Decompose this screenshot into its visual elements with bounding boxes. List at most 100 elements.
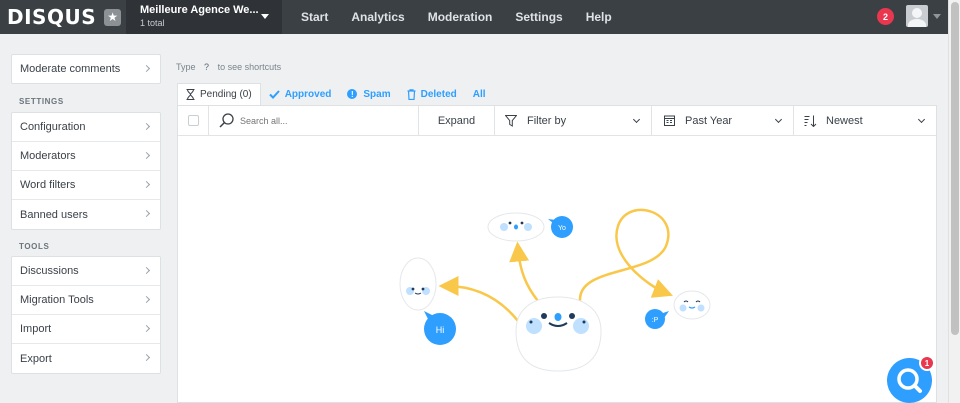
- left-character: [399, 257, 437, 311]
- chevron-right-icon: [142, 295, 151, 304]
- alert-icon: !: [347, 89, 358, 99]
- site-name: Meilleure Agence We...: [140, 4, 259, 16]
- sidebar-item-label: Moderate comments: [20, 63, 121, 75]
- expand-label: Expand: [437, 114, 476, 127]
- sidebar-item-discussions[interactable]: Discussions: [12, 257, 160, 286]
- check-icon: [268, 89, 280, 99]
- chevron-right-icon: [142, 266, 151, 275]
- select-all-cell: [178, 106, 209, 135]
- sidebar-item-banned-users[interactable]: Banned users: [12, 200, 160, 229]
- shortcuts-prefix: Type: [176, 62, 196, 72]
- calendar-icon: [664, 115, 675, 126]
- tools-heading: TOOLS: [19, 242, 50, 251]
- arrow-to-hi: [438, 276, 519, 322]
- bubble-p-text: :P: [652, 317, 659, 324]
- sidebar-item-moderate[interactable]: Moderate comments: [12, 55, 160, 83]
- main-nav: Start Analytics Moderation Settings Help: [301, 0, 635, 34]
- select-all-checkbox[interactable]: [187, 115, 199, 126]
- nav-settings[interactable]: Settings: [515, 10, 562, 24]
- nav-analytics[interactable]: Analytics: [351, 10, 404, 24]
- arrow-to-yo: [509, 241, 539, 302]
- chevron-down-icon: [632, 115, 641, 124]
- tab-pending[interactable]: Pending (0): [177, 83, 261, 105]
- chevron-down-icon: [774, 115, 783, 124]
- notification-badge[interactable]: 2: [877, 8, 894, 25]
- sidebar-item-label: Configuration: [20, 121, 86, 133]
- disqus-logo[interactable]: DISQUS ★: [7, 5, 122, 29]
- page-scrollbar[interactable]: [948, 0, 960, 403]
- chevron-right-icon: [142, 122, 151, 131]
- period-dropdown[interactable]: Past Year: [652, 106, 794, 135]
- nav-help[interactable]: Help: [586, 10, 612, 24]
- filter-toolbar: Expand Filter by Past Year Newest: [178, 106, 936, 136]
- tab-all[interactable]: All: [465, 83, 494, 105]
- chevron-right-icon: [142, 353, 151, 362]
- sidebar-item-word-filters[interactable]: Word filters: [12, 171, 160, 200]
- sidebar-item-label: Moderators: [20, 150, 76, 162]
- site-switcher[interactable]: Meilleure Agence We... 1 total: [126, 0, 282, 34]
- sidebar-item-migration-tools[interactable]: Migration Tools: [12, 286, 160, 315]
- tab-approved[interactable]: Approved: [261, 83, 340, 105]
- sidebar-item-label: Word filters: [20, 179, 76, 191]
- comments-panel: Expand Filter by Past Year Newest: [177, 105, 937, 403]
- tab-label: Deleted: [420, 88, 457, 100]
- center-character: [515, 296, 602, 372]
- logo-text: DISQUS: [7, 5, 97, 29]
- sidebar-item-import[interactable]: Import: [12, 315, 160, 344]
- star-icon[interactable]: ★: [104, 8, 122, 26]
- chevron-right-icon: [142, 64, 151, 73]
- scrollbar-thumb[interactable]: [951, 2, 959, 335]
- shortcuts-hint: Type ? to see shortcuts: [176, 62, 281, 72]
- tools-panel: Discussions Migration Tools Import Expor…: [11, 256, 161, 374]
- bubble-yo-text: Yo: [558, 225, 566, 232]
- trash-icon: [407, 88, 416, 100]
- moderate-panel: Moderate comments: [11, 54, 161, 84]
- sidebar-item-label: Import: [20, 323, 52, 335]
- top-character: [487, 212, 545, 242]
- caret-down-icon: [261, 14, 269, 19]
- moderation-tabs: Pending (0) Approved ! Spam Deleted All: [177, 83, 494, 105]
- tab-label: All: [472, 88, 486, 100]
- nav-moderation[interactable]: Moderation: [428, 10, 493, 24]
- chevron-right-icon: [142, 180, 151, 189]
- chevron-down-icon: [917, 115, 926, 124]
- search-input[interactable]: [240, 115, 400, 126]
- period-label: Past Year: [685, 114, 733, 127]
- sidebar-item-label: Export: [20, 352, 52, 365]
- arrow-loop: [578, 208, 673, 302]
- account-caret-icon[interactable]: [933, 14, 941, 19]
- chevron-right-icon: [142, 151, 151, 160]
- tab-deleted[interactable]: Deleted: [399, 83, 465, 105]
- expand-button[interactable]: Expand: [419, 106, 495, 135]
- speech-bubble-hi: Hi: [424, 311, 456, 345]
- bubble-hi-text: Hi: [436, 325, 445, 335]
- sidebar-item-moderators[interactable]: Moderators: [12, 142, 160, 171]
- search-icon: [219, 113, 234, 128]
- right-character: [673, 290, 711, 320]
- sidebar-item-configuration[interactable]: Configuration: [12, 113, 160, 142]
- hourglass-icon: [186, 89, 195, 100]
- settings-panel: Configuration Moderators Word filters Ba…: [11, 112, 161, 230]
- filter-dropdown[interactable]: Filter by: [495, 106, 652, 135]
- settings-heading: SETTINGS: [19, 97, 64, 106]
- speech-bubble-yo: Yo: [548, 216, 573, 238]
- empty-state-illustration: Hi Yo:P: [399, 208, 711, 372]
- sort-dropdown[interactable]: Newest: [794, 106, 936, 135]
- sidebar-item-label: Banned users: [20, 208, 88, 221]
- filter-label: Filter by: [527, 114, 567, 127]
- chevron-right-icon: [142, 324, 151, 333]
- tab-label: Approved: [284, 88, 332, 100]
- sidebar-item-label: Discussions: [20, 265, 79, 277]
- sort-label: Newest: [826, 114, 863, 127]
- sort-icon: [804, 115, 817, 127]
- top-bar: DISQUS ★ Meilleure Agence We... 1 total …: [0, 0, 948, 34]
- speech-bubble-p: :P: [645, 309, 669, 329]
- avatar-head: [912, 8, 922, 18]
- tab-label: Spam: [363, 88, 391, 100]
- tab-spam[interactable]: ! Spam: [339, 83, 398, 105]
- avatar[interactable]: [906, 5, 928, 27]
- shortcuts-suffix: to see shortcuts: [217, 62, 282, 72]
- nav-start[interactable]: Start: [301, 10, 328, 24]
- search-cell[interactable]: [209, 106, 419, 135]
- sidebar-item-export[interactable]: Export: [12, 344, 160, 373]
